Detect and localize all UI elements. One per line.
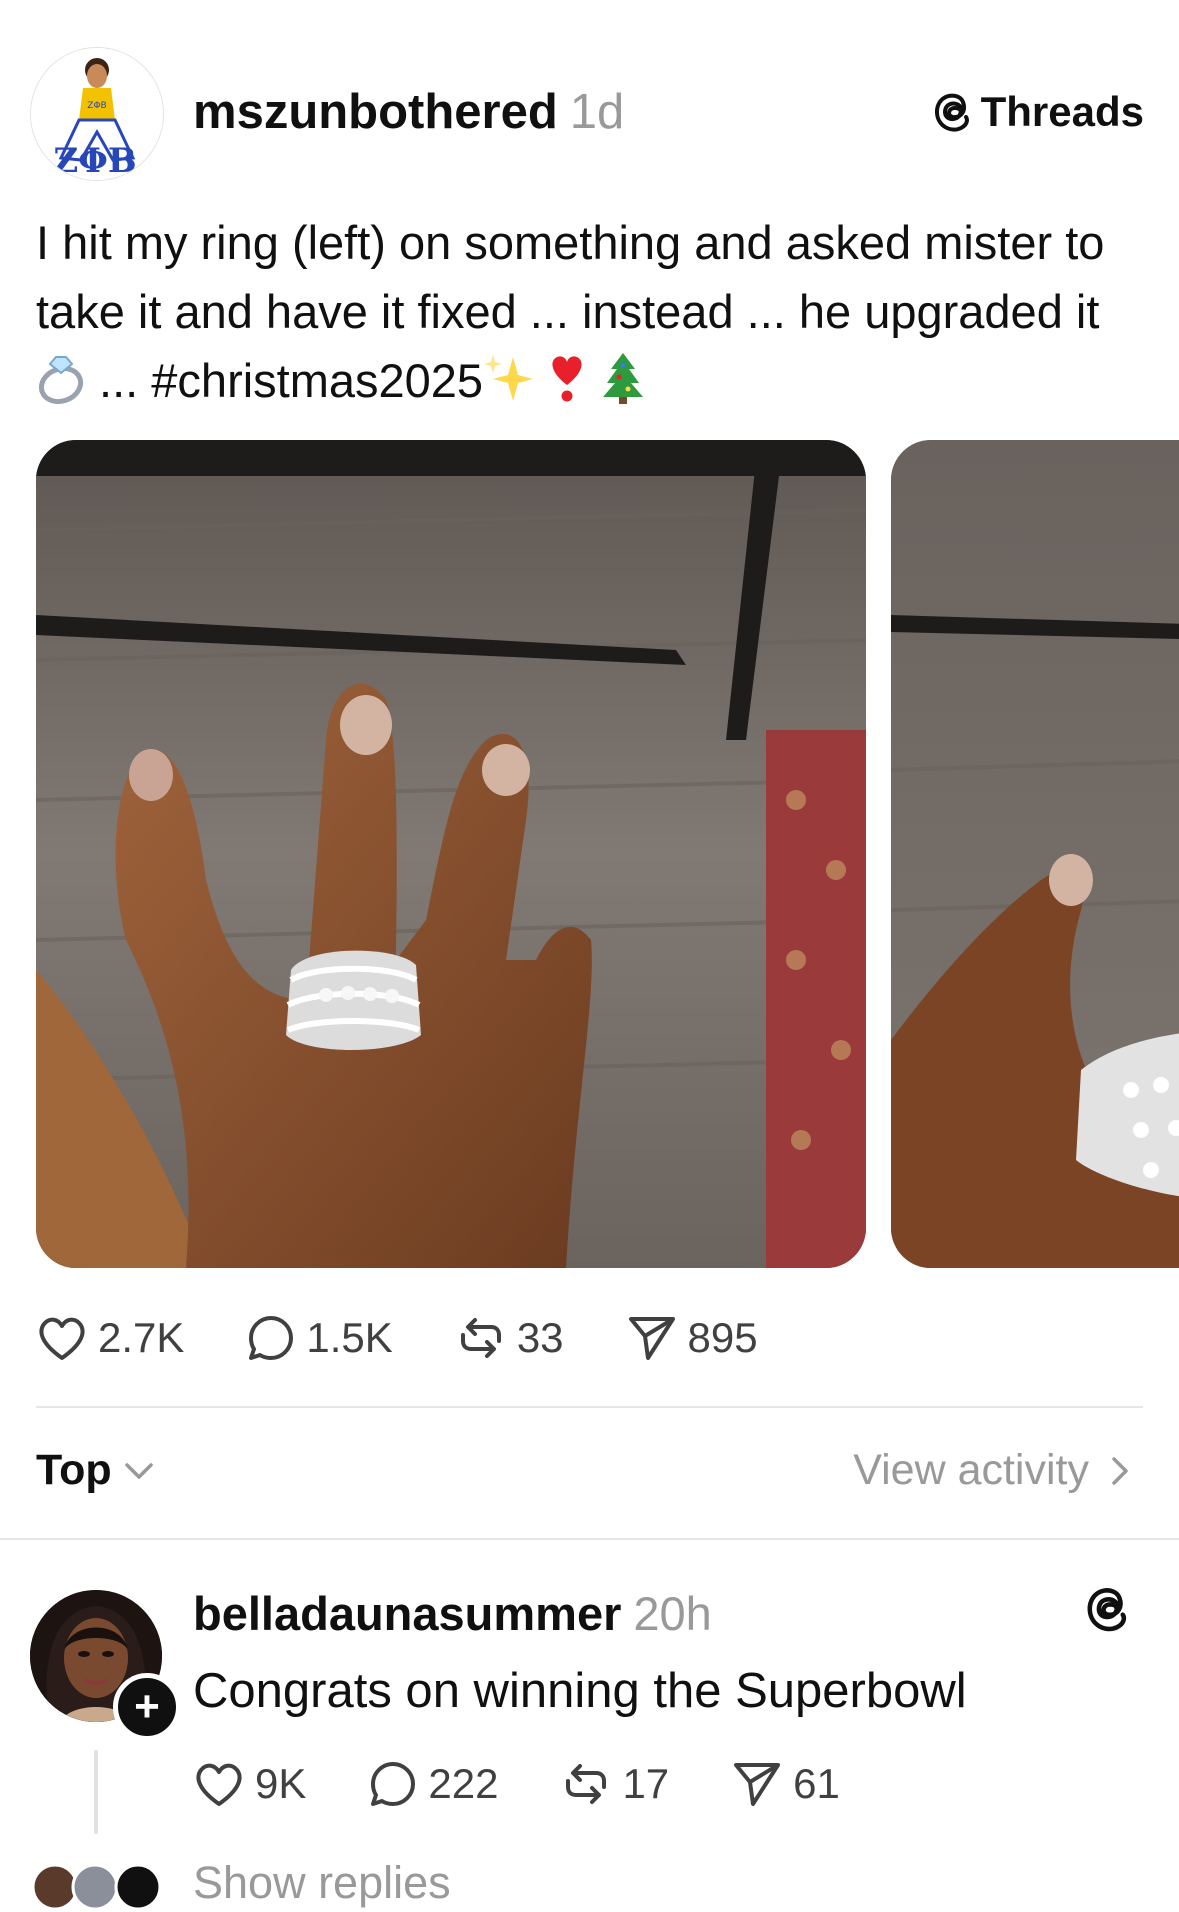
comment-button[interactable]: 1.5K: [246, 1313, 393, 1363]
thread-connector-line: [94, 1750, 98, 1834]
threads-logo-icon: [933, 90, 973, 134]
post-actions: 2.7K 1.5K 33 895: [36, 1308, 758, 1368]
post-timestamp: 1d: [569, 85, 625, 139]
author-name[interactable]: mszunbothered: [193, 85, 558, 139]
reply-share-button[interactable]: 61: [731, 1759, 840, 1809]
share-count: 895: [687, 1314, 758, 1361]
follow-button[interactable]: +: [113, 1673, 181, 1741]
comment-icon: [368, 1759, 418, 1809]
post-text-hashtag: ... #christmas2025: [86, 354, 484, 407]
reply-repost-count: 17: [622, 1760, 670, 1807]
repost-button[interactable]: 33: [455, 1313, 564, 1363]
chevron-down-icon: [124, 1461, 154, 1481]
section-divider: [0, 1538, 1179, 1540]
sort-label: Top: [36, 1446, 112, 1494]
send-icon: [626, 1313, 678, 1363]
post-text-main: I hit my ring (left) on something and as…: [36, 216, 1105, 338]
reply-like-button[interactable]: 9K: [193, 1760, 306, 1808]
plus-icon: +: [134, 1682, 160, 1731]
reply-author-name[interactable]: belladaunasummer: [193, 1587, 621, 1640]
repost-icon: [560, 1759, 612, 1809]
ring-icon: [36, 351, 86, 405]
view-activity-link[interactable]: View activity: [853, 1446, 1129, 1495]
view-activity-label: View activity: [853, 1446, 1089, 1494]
reply-like-count: 9K: [255, 1760, 307, 1807]
reply-avatars: [30, 1862, 170, 1912]
heart-icon: [193, 1760, 245, 1808]
comment-count: 1.5K: [306, 1314, 393, 1361]
threads-label: Threads: [980, 88, 1144, 135]
repost-icon: [455, 1313, 507, 1363]
heart-icon: [36, 1314, 88, 1362]
post-text: I hit my ring (left) on something and as…: [36, 208, 1146, 415]
reply-username[interactable]: belladaunasummer 20h: [193, 1584, 712, 1644]
post-image-2[interactable]: [891, 440, 1179, 1268]
threads-logo-icon: [1085, 1584, 1131, 1634]
sparkles-icon: [483, 351, 535, 405]
like-button[interactable]: 2.7K: [36, 1314, 184, 1362]
share-button[interactable]: 895: [626, 1313, 758, 1363]
reply-repost-button[interactable]: 17: [560, 1759, 669, 1809]
post-image-1[interactable]: [36, 440, 866, 1268]
christmas-tree-icon: [599, 349, 647, 405]
sort-dropdown[interactable]: Top: [36, 1446, 154, 1495]
comment-icon: [246, 1313, 296, 1363]
reply-timestamp: 20h: [633, 1587, 712, 1640]
svg-text:ZΦB: ZΦB: [53, 141, 136, 180]
reply-comment-button[interactable]: 222: [368, 1759, 498, 1809]
reply-comment-count: 222: [428, 1760, 499, 1807]
show-replies-link[interactable]: Show replies: [193, 1858, 451, 1908]
chevron-right-icon: [1111, 1456, 1129, 1486]
svg-text:ZΦB: ZΦB: [87, 101, 106, 111]
divider: [36, 1406, 1143, 1408]
like-count: 2.7K: [98, 1314, 185, 1361]
author-avatar[interactable]: ZΦB ZΦB: [30, 47, 164, 181]
author-username[interactable]: mszunbothered 1d: [193, 82, 624, 142]
threads-link[interactable]: Threads: [933, 88, 1144, 136]
reply-share-count: 61: [793, 1760, 840, 1807]
heart-exclamation-icon: [545, 351, 589, 405]
send-icon: [731, 1759, 783, 1809]
reply-text: Congrats on winning the Superbowl: [193, 1664, 967, 1718]
reply-actions: 9K 222 17 61: [193, 1754, 840, 1814]
repost-count: 33: [516, 1314, 564, 1361]
